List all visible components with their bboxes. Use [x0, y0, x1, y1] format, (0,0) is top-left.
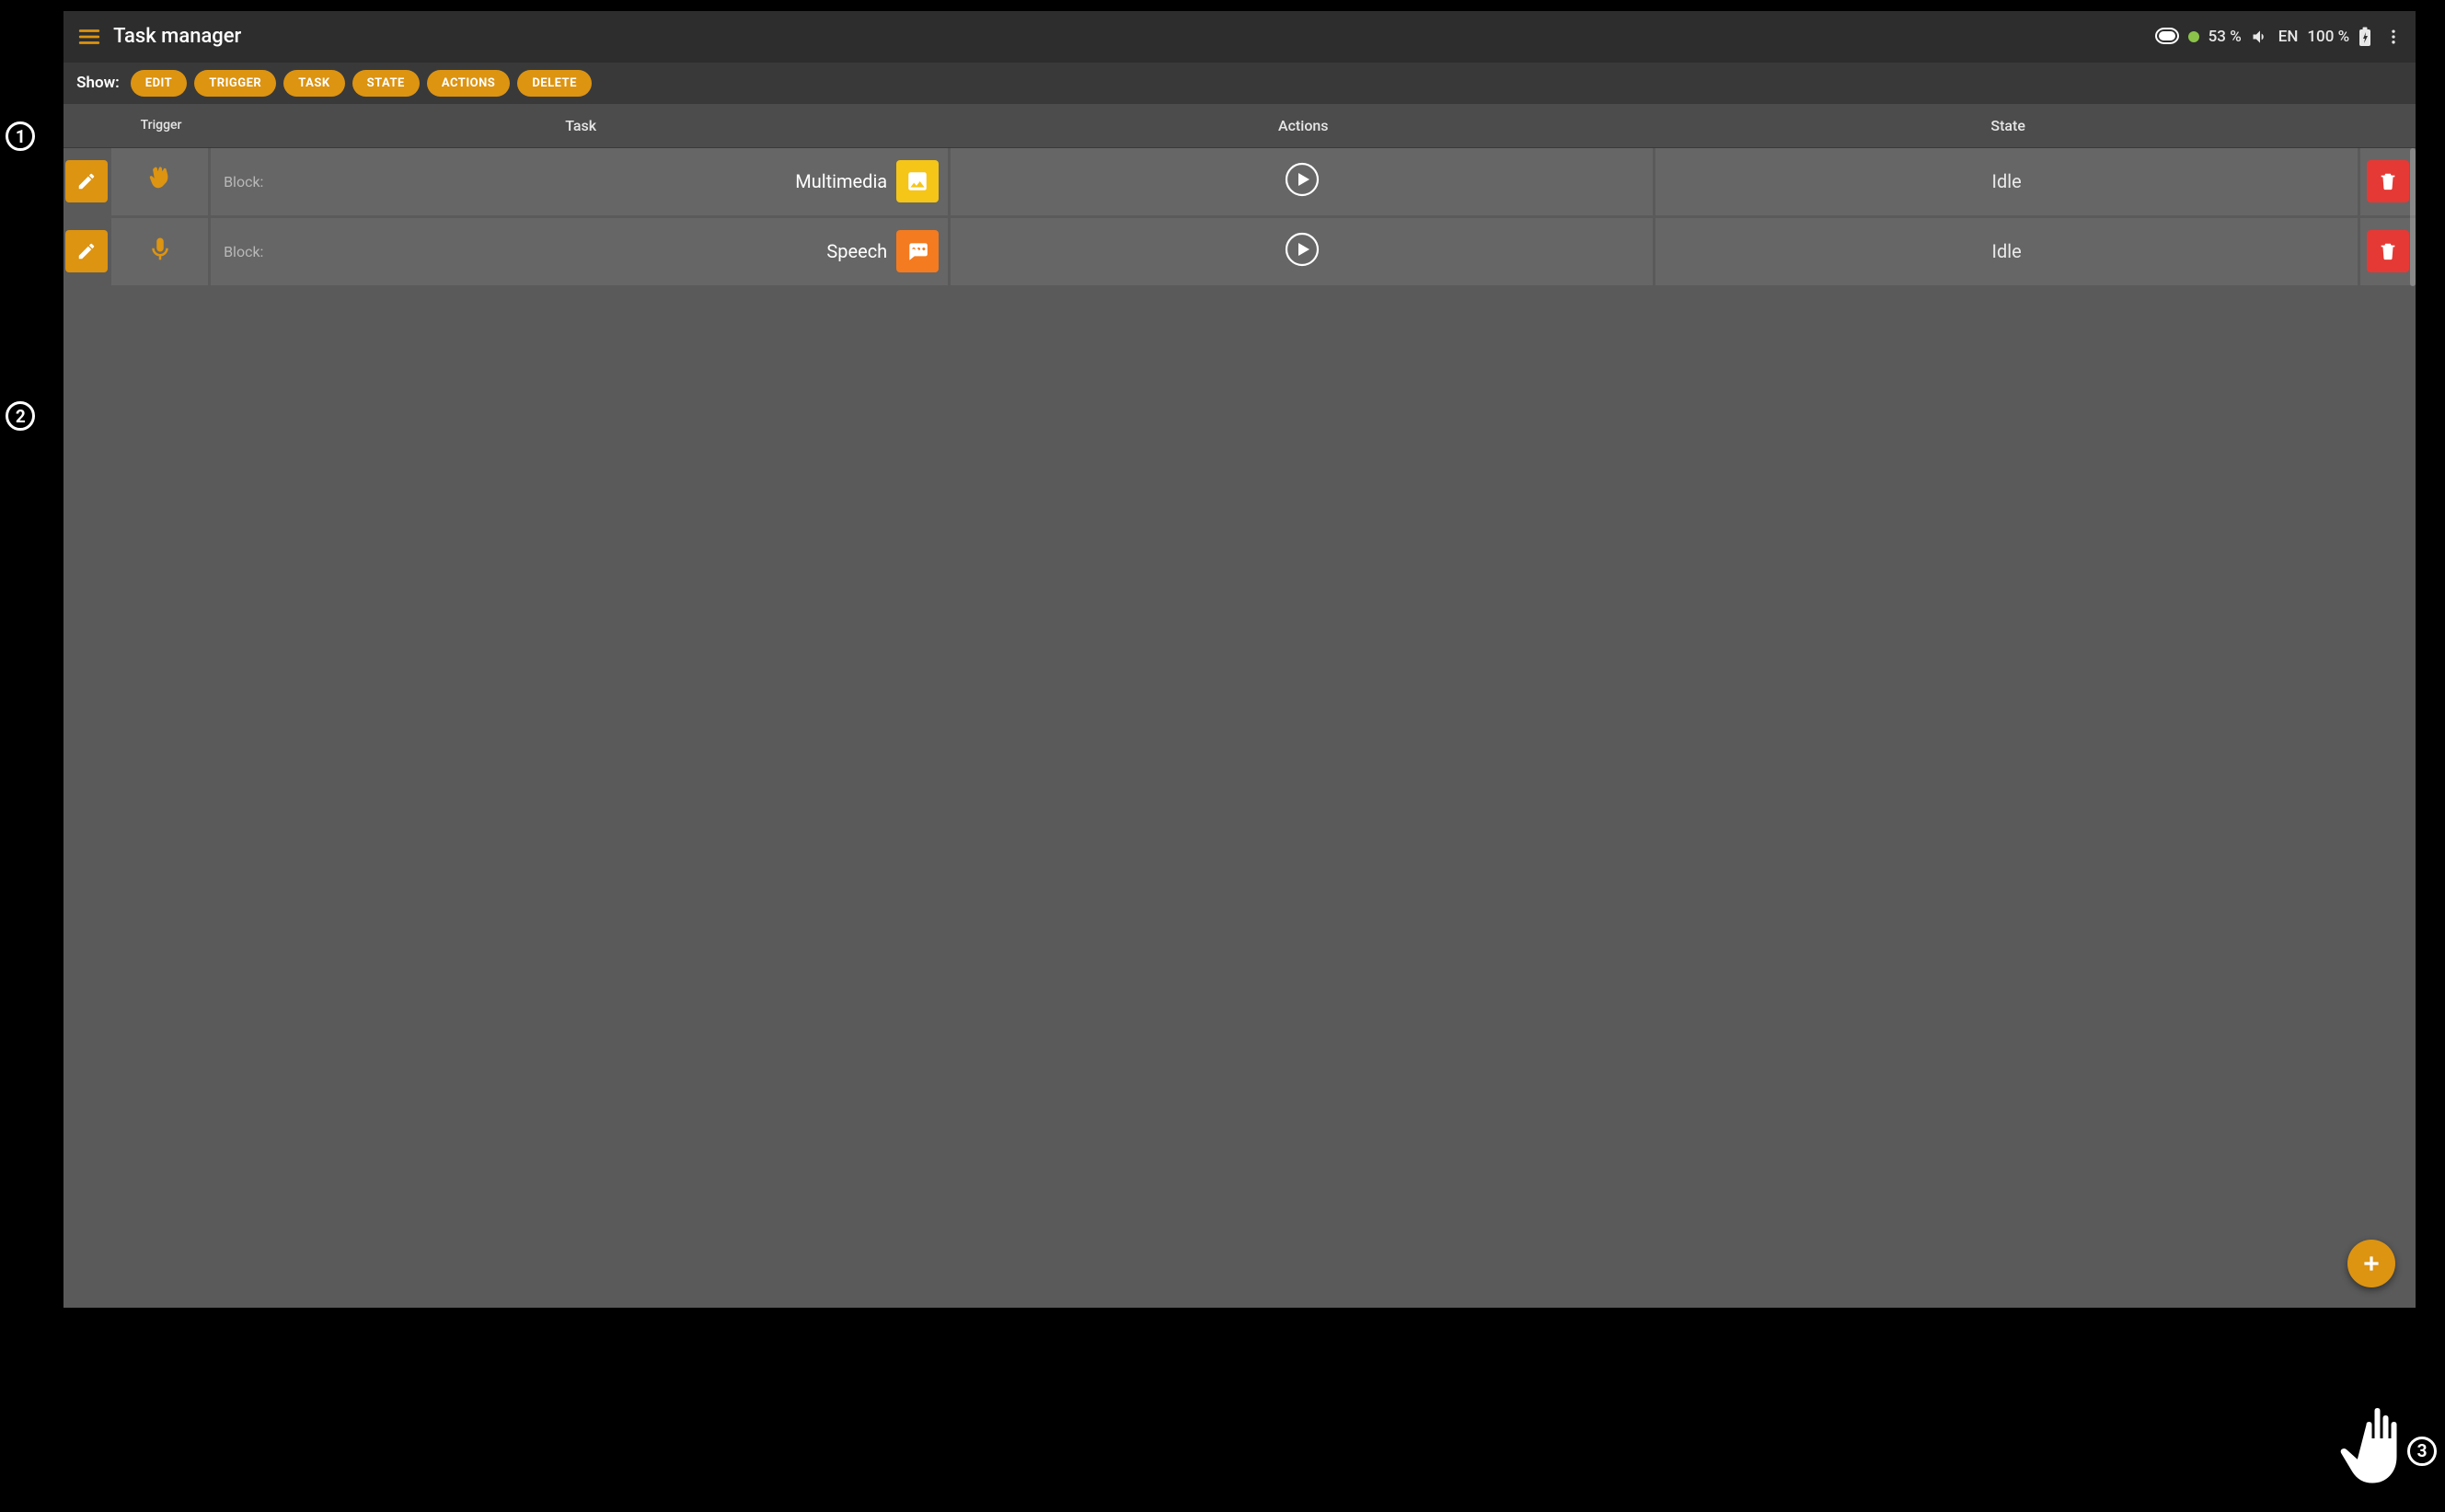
hand-icon	[146, 166, 174, 197]
cell-edit	[63, 218, 111, 285]
annotation-marker-2: 2	[5, 400, 36, 432]
header-edit	[63, 104, 111, 147]
play-button[interactable]	[1284, 161, 1321, 202]
task-name: Speech	[826, 240, 887, 262]
cell-trigger[interactable]	[111, 148, 211, 215]
cell-actions	[951, 148, 1655, 215]
hand-pointer-icon	[2337, 1392, 2420, 1497]
filter-row: Show: EDIT TRIGGER TASK STATE ACTIONS DE…	[63, 63, 2416, 104]
header-trigger: Trigger	[111, 104, 211, 147]
cell-task[interactable]: Block: Multimedia	[211, 148, 951, 215]
task-prefix: Block:	[224, 243, 263, 260]
annotation-marker-1: 1	[5, 121, 36, 152]
header-task: Task	[211, 104, 951, 147]
header-actions: Actions	[951, 104, 1655, 147]
microphone-icon	[146, 236, 174, 267]
status-percent-2: 100 %	[2307, 28, 2349, 46]
status-dot-icon	[2188, 31, 2199, 42]
cell-delete	[2360, 148, 2416, 215]
table-body: Block: Multimedia Idle	[63, 148, 2416, 1309]
status-area: 53 % EN 100 %	[2155, 27, 2406, 47]
cell-state: Idle	[1655, 148, 2360, 215]
state-text: Idle	[1992, 240, 2022, 262]
edit-button[interactable]	[65, 160, 108, 202]
task-name: Multimedia	[795, 170, 887, 192]
chip-trigger[interactable]: TRIGGER	[194, 70, 276, 97]
annotation-marker-3: 3	[2406, 1436, 2438, 1467]
delete-button[interactable]	[2367, 230, 2409, 272]
cell-state: Idle	[1655, 218, 2360, 285]
stage: Task manager 53 % EN 100 %	[0, 0, 2445, 1512]
cell-edit	[63, 148, 111, 215]
chip-actions[interactable]: ACTIONS	[427, 70, 510, 97]
chip-state[interactable]: STATE	[352, 70, 420, 97]
header-state: State	[1655, 104, 2360, 147]
status-language[interactable]: EN	[2278, 28, 2299, 46]
play-button[interactable]	[1284, 231, 1321, 271]
volume-icon[interactable]	[2251, 28, 2269, 46]
app-title: Task manager	[113, 25, 241, 48]
table-header: Trigger Task Actions State	[63, 104, 2416, 148]
delete-button[interactable]	[2367, 160, 2409, 202]
image-icon	[896, 160, 939, 202]
app-window: Task manager 53 % EN 100 %	[63, 11, 2416, 1309]
chip-edit[interactable]: EDIT	[131, 70, 187, 97]
task-prefix: Block:	[224, 173, 263, 190]
screen-icon	[2155, 28, 2179, 46]
edit-button[interactable]	[65, 230, 108, 272]
cell-delete	[2360, 218, 2416, 285]
state-text: Idle	[1992, 170, 2022, 192]
overflow-menu-icon[interactable]	[2381, 28, 2406, 46]
battery-charging-icon	[2359, 27, 2371, 47]
cell-actions	[951, 218, 1655, 285]
chip-delete[interactable]: DELETE	[517, 70, 592, 97]
table-row: Block: Multimedia Idle	[63, 148, 2416, 218]
table-row: Block: Speech Idle	[63, 218, 2416, 288]
filter-label: Show:	[76, 74, 120, 92]
add-task-fab[interactable]	[2347, 1240, 2395, 1287]
cell-task[interactable]: Block: Speech	[211, 218, 951, 285]
header-delete	[2360, 104, 2416, 147]
chip-task[interactable]: TASK	[283, 70, 344, 97]
cell-trigger[interactable]	[111, 218, 211, 285]
scrollbar[interactable]	[2410, 148, 2416, 286]
status-percent-1: 53 %	[2209, 28, 2242, 46]
app-bar: Task manager 53 % EN 100 %	[63, 11, 2416, 63]
chat-icon	[896, 230, 939, 272]
hamburger-menu-icon[interactable]	[71, 18, 108, 55]
